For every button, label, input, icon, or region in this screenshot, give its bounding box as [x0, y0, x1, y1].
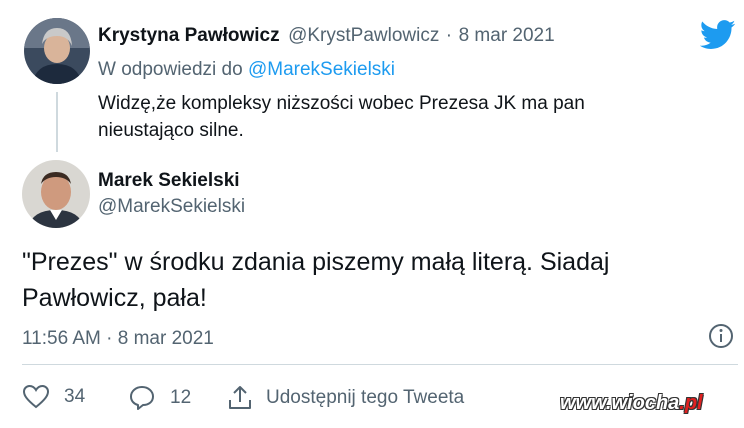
divider: [22, 364, 738, 365]
parent-header: Krystyna Pawłowicz @KrystPawlowicz · 8 m…: [98, 25, 555, 47]
reply-handle-link[interactable]: @MarekSekielski: [248, 59, 395, 80]
reply-icon: [128, 384, 156, 412]
tweet-timestamp[interactable]: 11:56 AM · 8 mar 2021: [22, 328, 214, 350]
like-count: 34: [64, 386, 86, 407]
main-author-handle[interactable]: @MarekSekielski: [98, 196, 245, 218]
share-button[interactable]: Udostępnij tego Tweeta: [226, 384, 464, 412]
parent-author-handle[interactable]: @KrystPawlowicz: [288, 25, 439, 46]
info-icon[interactable]: [708, 323, 734, 354]
main-text-line-1: "Prezes" w środku zdania piszemy małą li…: [22, 248, 610, 276]
share-label: Udostępnij tego Tweeta: [266, 387, 465, 408]
share-icon: [226, 384, 254, 412]
avatar-krystyna[interactable]: [24, 18, 90, 84]
parent-text-line-1: Widzę,że kompleksy niższości wobec Preze…: [98, 93, 585, 114]
twitter-bird-icon[interactable]: [699, 20, 736, 55]
avatar-marek[interactable]: [22, 160, 90, 228]
parent-date[interactable]: 8 mar 2021: [459, 25, 555, 46]
watermark: www.wiocha.pl: [560, 392, 703, 415]
tweet-embed: Krystyna Pawłowicz @KrystPawlowicz · 8 m…: [0, 0, 744, 428]
separator-dot: ·: [445, 25, 453, 46]
heart-icon: [22, 384, 50, 410]
reply-count: 12: [170, 387, 192, 408]
reply-context: W odpowiedzi do @MarekSekielski: [98, 59, 395, 81]
reply-prefix: W odpowiedzi do: [98, 59, 243, 80]
parent-text-line-2: nieustająco silne.: [98, 120, 244, 141]
watermark-suffix: .pl: [679, 392, 703, 414]
reply-button[interactable]: 12: [128, 384, 191, 412]
parent-author-name[interactable]: Krystyna Pawłowicz: [98, 25, 280, 46]
main-text-line-2: Pawłowicz, pała!: [22, 284, 207, 312]
main-author-name[interactable]: Marek Sekielski: [98, 170, 240, 192]
watermark-text: www.wiocha: [560, 392, 680, 414]
like-button[interactable]: 34: [22, 384, 85, 410]
thread-line: [56, 92, 58, 152]
